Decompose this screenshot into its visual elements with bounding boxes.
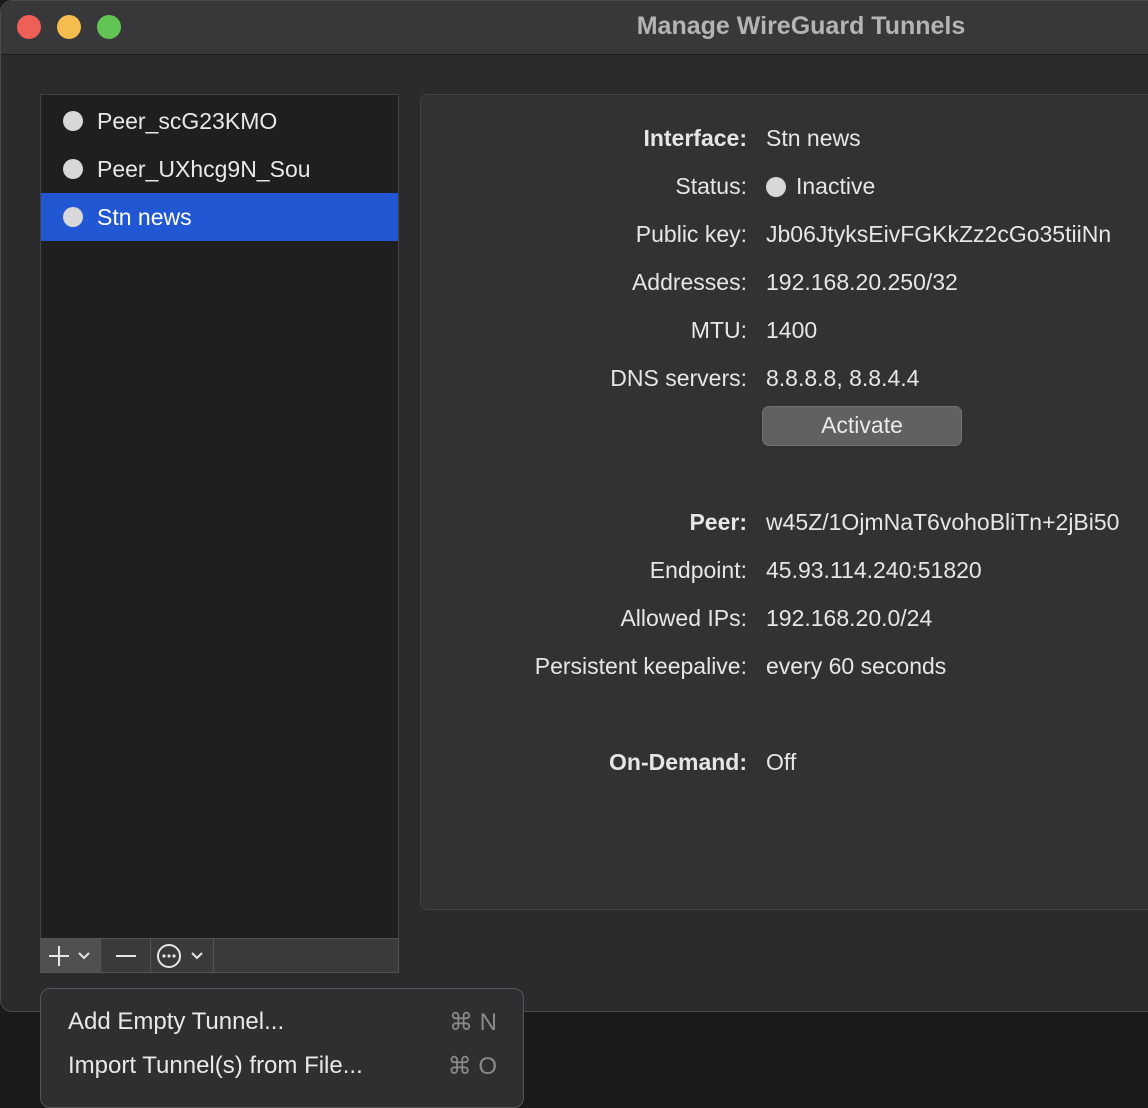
minimize-window-button[interactable] [57, 15, 81, 39]
menu-item-label: Add Empty Tunnel... [68, 1008, 285, 1035]
window-title: Manage WireGuard Tunnels [636, 12, 966, 40]
peer-label: Peer: [689, 509, 747, 535]
remove-tunnel-button[interactable] [101, 939, 151, 972]
menu-item-shortcut: ⌘ O [447, 1053, 497, 1080]
public-key-label: Public key: [635, 221, 747, 247]
on-demand-row: On-Demand: Off [0, 749, 1148, 779]
endpoint-label: Endpoint: [649, 557, 747, 583]
activate-button[interactable]: Activate [762, 406, 962, 446]
plus-icon [48, 945, 90, 966]
mtu-label: MTU: [690, 317, 747, 343]
list-toolbar [40, 938, 399, 973]
menu-item-label: Import Tunnel(s) from File... [68, 1052, 363, 1079]
status-dot-icon [766, 177, 786, 197]
public-key-value[interactable]: Jb06JtyksEivFGKkZz2cGo35tiiNn [766, 221, 1111, 248]
on-demand-value: Off [766, 749, 797, 775]
add-tunnel-menu-button[interactable] [41, 939, 101, 972]
ellipsis-circle-icon [157, 943, 203, 968]
add-tunnel-menu: Add Empty Tunnel... ⌘ N Import Tunnel(s)… [40, 988, 524, 1108]
endpoint-row: Endpoint: 45.93.114.240:51820 [0, 557, 1148, 587]
zoom-window-button[interactable] [97, 15, 121, 39]
status-row: Status: Inactive [0, 173, 1148, 203]
dns-label: DNS servers: [610, 365, 747, 391]
interface-row: Interface: Stn news [0, 125, 1148, 155]
endpoint-value: 45.93.114.240:51820 [766, 557, 982, 583]
interface-value: Stn news [766, 125, 861, 151]
public-key-row: Public key: Jb06JtyksEivFGKkZz2cGo35tiiN… [0, 221, 1148, 251]
minus-icon [115, 954, 136, 957]
keepalive-label: Persistent keepalive: [534, 653, 747, 679]
status-value: Inactive [796, 173, 876, 199]
dns-row: DNS servers: 8.8.8.8, 8.8.4.4 [0, 365, 1148, 395]
addresses-label: Addresses: [631, 269, 747, 295]
addresses-row: Addresses: 192.168.20.250/32 [0, 269, 1148, 299]
allowed-ips-row: Allowed IPs: 192.168.20.0/24 [0, 605, 1148, 635]
mtu-row: MTU: 1400 [0, 317, 1148, 347]
title-bar: Manage WireGuard Tunnels [1, 1, 1148, 55]
addresses-value: 192.168.20.250/32 [766, 269, 958, 295]
close-window-button[interactable] [17, 15, 41, 39]
allowed-ips-value: 192.168.20.0/24 [766, 605, 933, 631]
status-label: Status: [675, 173, 747, 199]
menu-item-import-from-file[interactable]: Import Tunnel(s) from File... ⌘ O [41, 1046, 523, 1086]
menu-item-add-empty-tunnel[interactable]: Add Empty Tunnel... ⌘ N [41, 1002, 523, 1042]
keepalive-row: Persistent keepalive: every 60 seconds [0, 653, 1148, 683]
mtu-value: 1400 [766, 317, 818, 343]
keepalive-value: every 60 seconds [766, 653, 947, 679]
peer-value[interactable]: w45Z/1OjmNaT6vohoBliTn+2jBi50 [766, 509, 1119, 536]
menu-item-shortcut: ⌘ N [449, 1009, 497, 1036]
interface-label: Interface: [643, 125, 747, 151]
allowed-ips-label: Allowed IPs: [620, 605, 747, 631]
peer-row: Peer: w45Z/1OjmNaT6vohoBliTn+2jBi50 [0, 509, 1148, 539]
action-menu-button[interactable] [151, 939, 214, 972]
status-value-wrap: Inactive [766, 173, 875, 200]
tunnel-detail-panel [420, 94, 1148, 910]
dns-value: 8.8.8.8, 8.8.4.4 [766, 365, 920, 391]
on-demand-label: On-Demand: [609, 749, 747, 775]
